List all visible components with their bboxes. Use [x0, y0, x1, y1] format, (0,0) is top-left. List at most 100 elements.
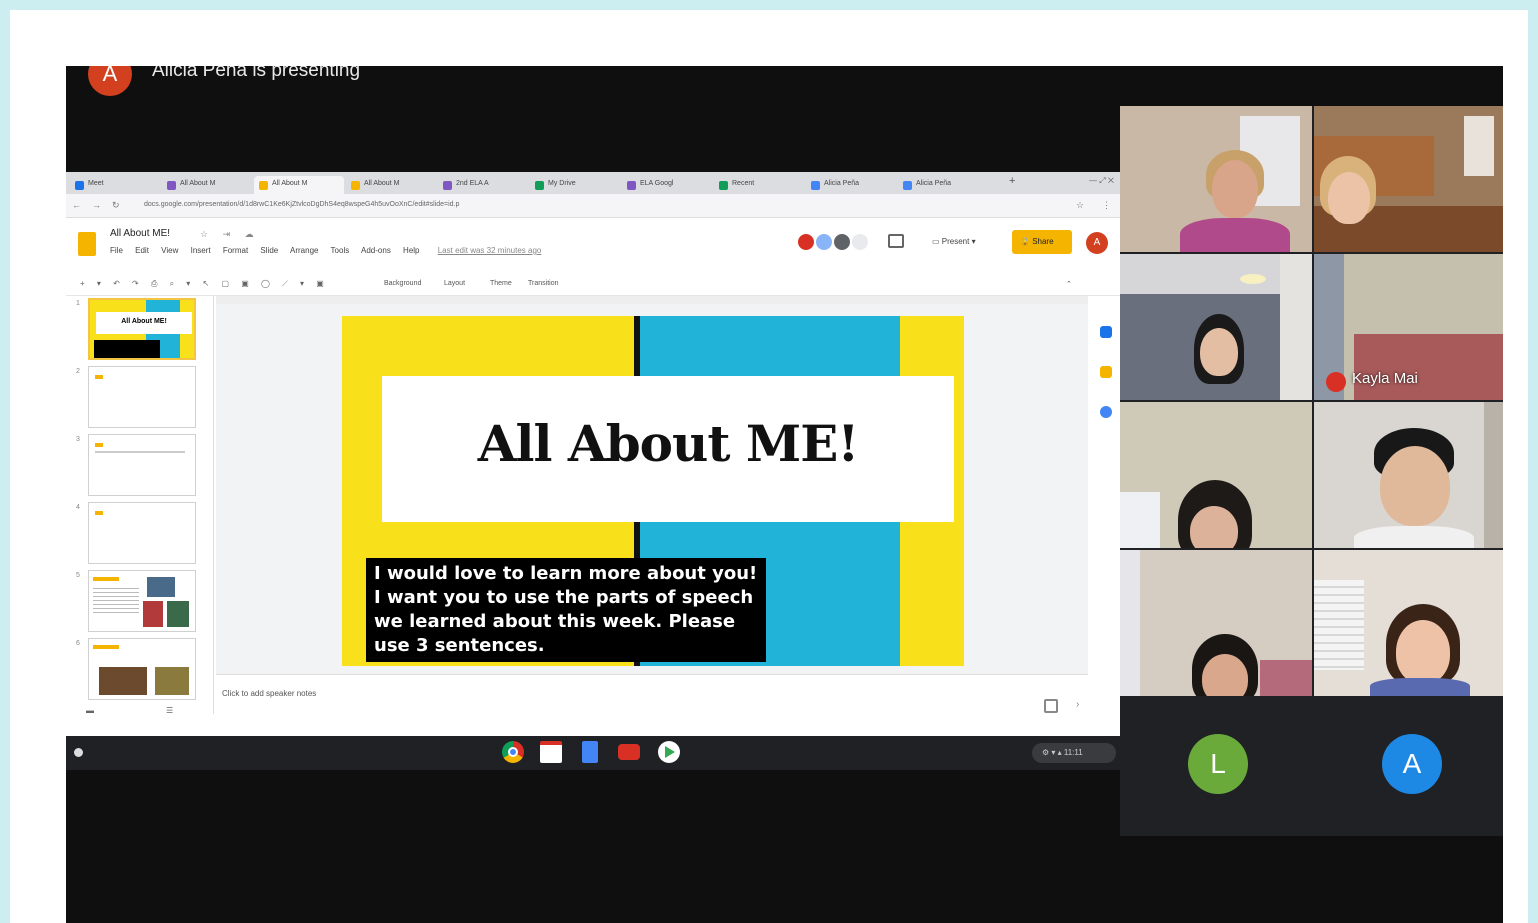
slides-header: All About ME! ☆ ⇥ ☁ File Edit View Inser…: [66, 218, 1120, 274]
slide-thumbnail-1[interactable]: All About ME!: [88, 298, 196, 360]
menu-view[interactable]: View: [161, 246, 178, 255]
star-move-cloud-icon[interactable]: ☆ ⇥ ☁: [200, 229, 260, 240]
clock: 11:11: [1063, 748, 1083, 757]
presenter-avatar: A: [88, 66, 132, 96]
browser-tab[interactable]: All About M: [346, 176, 436, 194]
participant-tile[interactable]: Kayla Mai: [1314, 254, 1503, 400]
participant-avatar-l[interactable]: L: [1188, 734, 1248, 794]
participant-avatar-a[interactable]: A: [1382, 734, 1442, 794]
slides-logo-icon[interactable]: [78, 232, 96, 256]
slide-thumbnail-6[interactable]: [88, 638, 196, 700]
toolbar-tool-icons[interactable]: + ▾ ↶ ↷ ⎙ ⌕ ▾ ↖ ▢ ▣ ◯ ⟋ ▾ ▣: [80, 279, 329, 289]
participant-tile[interactable]: [1120, 402, 1312, 548]
tasks-icon[interactable]: [1100, 406, 1112, 418]
slide-title-box[interactable]: All About ME!: [382, 376, 954, 522]
browser-tabstrip: Meet All About M All About M All About M…: [66, 172, 1120, 194]
reload-icon[interactable]: ↻: [112, 200, 120, 211]
gmail-icon[interactable]: [540, 741, 562, 763]
slide-thumbnail-4[interactable]: [88, 502, 196, 564]
background-button[interactable]: Background: [384, 280, 421, 287]
launcher-icon[interactable]: [74, 748, 83, 757]
docs-icon[interactable]: [582, 741, 598, 763]
transition-button[interactable]: Transition: [528, 280, 558, 287]
menu-format[interactable]: Format: [223, 246, 248, 255]
document-title[interactable]: All About ME!: [110, 228, 170, 239]
grid-view-icon[interactable]: ▬: [86, 706, 94, 715]
last-edit-link[interactable]: Last edit was 32 minutes ago: [438, 246, 542, 255]
menu-slide[interactable]: Slide: [260, 246, 278, 255]
share-button[interactable]: 🔒 Share: [1012, 230, 1072, 254]
url-field[interactable]: docs.google.com/presentation/d/1d8rwC1Ke…: [138, 199, 1098, 213]
participant-name: Kayla Mai: [1352, 370, 1418, 387]
browser-tab[interactable]: Meet: [70, 176, 160, 194]
tab-favicon-icon: [259, 181, 268, 190]
presenter-bar: A Alicia Peña is presenting: [66, 66, 1503, 106]
calendar-icon[interactable]: [1100, 326, 1112, 338]
keep-icon[interactable]: [1100, 366, 1112, 378]
slide-filmstrip: 1 All About ME! 2 3 4 5 6 ▬ ☰: [66, 296, 214, 715]
slide-thumbnail-2[interactable]: [88, 366, 196, 428]
browser-tab[interactable]: My Drive: [530, 176, 620, 194]
menu-edit[interactable]: Edit: [135, 246, 149, 255]
browser-tab[interactable]: Alicia Peña: [806, 176, 896, 194]
browser-tab[interactable]: All About M: [162, 176, 252, 194]
collapse-toolbar-icon[interactable]: ⌃: [1066, 280, 1072, 288]
theme-button[interactable]: Theme: [490, 280, 512, 287]
thumb-number: 4: [76, 504, 80, 511]
bookmark-star-icon[interactable]: ☆: [1076, 200, 1084, 211]
participant-grid: Kayla Mai L A: [1120, 106, 1503, 836]
present-button[interactable]: ▭ Present ▾: [924, 231, 1006, 253]
slide-body-text[interactable]: I would love to learn more about you! I …: [366, 558, 766, 662]
browser-tab[interactable]: 2nd ELA A: [438, 176, 528, 194]
new-tab-icon[interactable]: +: [1009, 175, 1015, 187]
collaborator-avatar[interactable]: [796, 232, 816, 252]
menu-help[interactable]: Help: [403, 246, 419, 255]
ruler: [216, 296, 1088, 304]
browser-menu-icon[interactable]: ⋮: [1102, 200, 1111, 211]
collaborator-avatar[interactable]: [832, 232, 852, 252]
speaker-notes[interactable]: Click to add speaker notes ›: [216, 674, 1088, 722]
chromeos-shelf: ⚙ ▾ ▴ 11:11: [66, 736, 1120, 770]
slide-title: All About ME!: [477, 414, 860, 473]
system-tray[interactable]: ⚙ ▾ ▴ 11:11: [1032, 743, 1116, 763]
browser-tab[interactable]: Alicia Peña: [898, 176, 988, 194]
play-store-icon[interactable]: [658, 741, 680, 763]
slide-thumbnail-5[interactable]: [88, 570, 196, 632]
side-panel-rail: [1092, 296, 1120, 714]
comments-icon[interactable]: [888, 234, 904, 248]
collaborator-more-icon[interactable]: [850, 232, 870, 252]
menu-insert[interactable]: Insert: [191, 246, 211, 255]
explore-icon[interactable]: [1044, 699, 1058, 713]
youtube-icon[interactable]: [618, 744, 640, 760]
menu-arrange[interactable]: Arrange: [290, 246, 318, 255]
menu-addons[interactable]: Add-ons: [361, 246, 391, 255]
browser-tab-active[interactable]: All About M: [254, 176, 344, 194]
collapse-panel-icon[interactable]: ›: [1076, 699, 1079, 710]
participant-tile[interactable]: [1314, 106, 1503, 252]
participant-tile[interactable]: [1120, 550, 1312, 696]
participant-tile[interactable]: [1314, 550, 1503, 696]
menu-file[interactable]: File: [110, 246, 123, 255]
back-icon[interactable]: ←: [72, 200, 81, 210]
participant-tile[interactable]: [1314, 402, 1503, 548]
collaborator-avatar[interactable]: [814, 232, 834, 252]
browser-tab[interactable]: ELA Googl: [622, 176, 712, 194]
tab-favicon-icon: [903, 181, 912, 190]
filmstrip-view-icon[interactable]: ☰: [166, 706, 173, 715]
account-avatar[interactable]: A: [1086, 232, 1108, 254]
browser-tab[interactable]: Recent: [714, 176, 804, 194]
slide-thumbnail-3[interactable]: [88, 434, 196, 496]
window-controls-icon[interactable]: — ⤢ ✕: [1089, 176, 1114, 186]
thumb-title: All About ME!: [96, 312, 192, 334]
meet-window: A Alicia Peña is presenting Meet All Abo…: [66, 66, 1503, 923]
speaker-notes-placeholder: Click to add speaker notes: [222, 689, 317, 698]
current-slide[interactable]: All About ME! I would love to learn more…: [342, 316, 964, 666]
menu-tools[interactable]: Tools: [331, 246, 350, 255]
tab-favicon-icon: [167, 181, 176, 190]
forward-icon[interactable]: →: [92, 200, 101, 210]
chrome-icon[interactable]: [502, 741, 524, 763]
layout-button[interactable]: Layout: [444, 280, 465, 287]
participant-tile[interactable]: [1120, 254, 1312, 400]
participant-tile[interactable]: [1120, 106, 1312, 252]
thumb-number: 6: [76, 640, 80, 647]
